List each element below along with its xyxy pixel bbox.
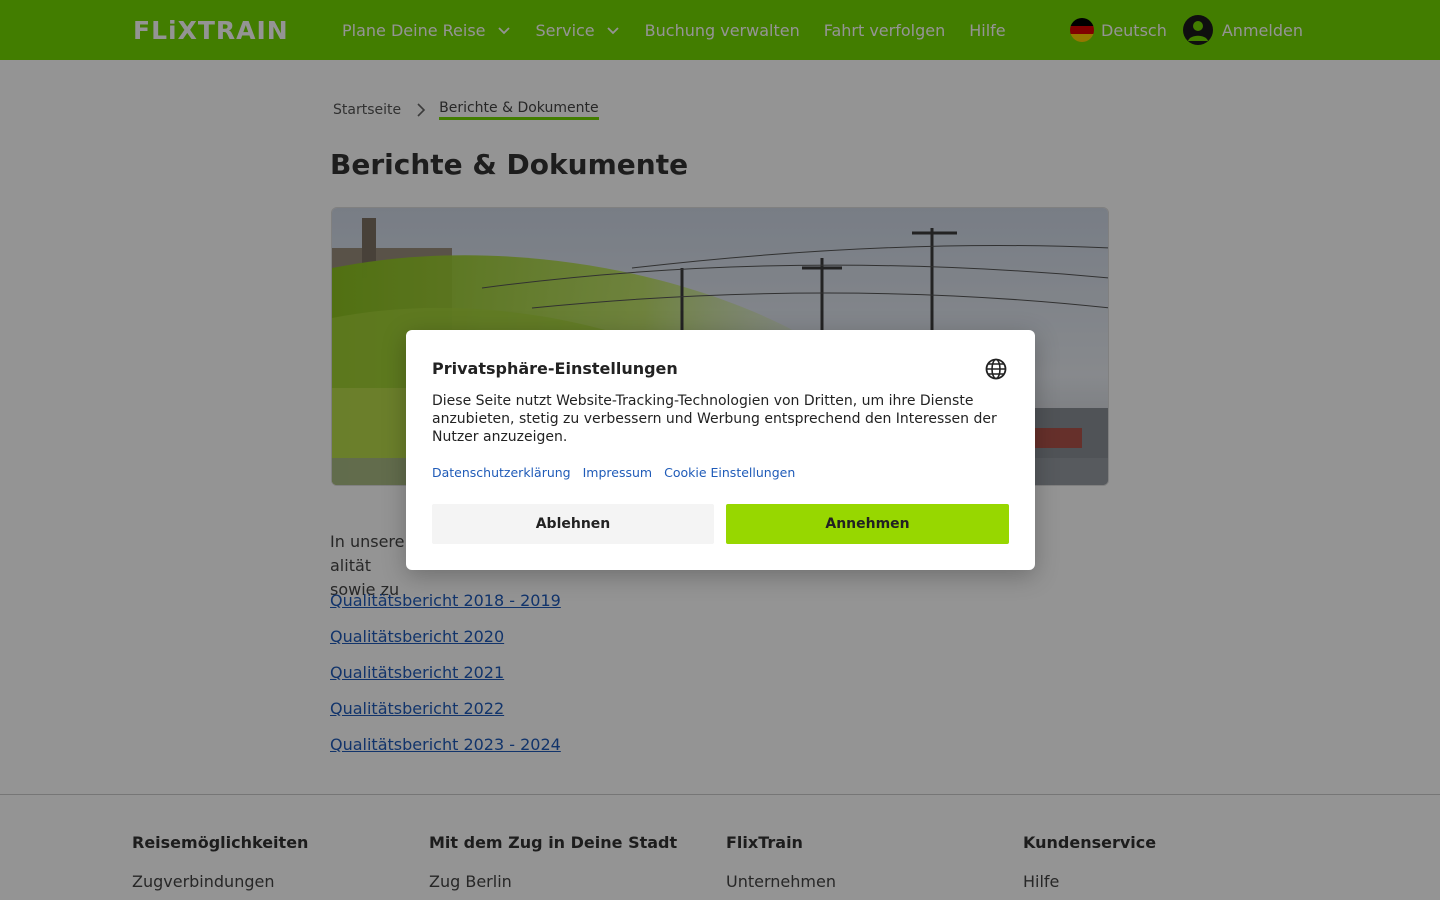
- accept-button[interactable]: Annehmen: [726, 504, 1009, 544]
- privacy-settings-dialog: Privatsphäre-Einstellungen Diese Seite n…: [406, 330, 1035, 570]
- globe-icon[interactable]: [985, 358, 1007, 380]
- privacy-policy-link[interactable]: Datenschutzerklärung: [432, 465, 571, 480]
- dialog-title: Privatsphäre-Einstellungen: [432, 359, 678, 378]
- imprint-link[interactable]: Impressum: [583, 465, 652, 480]
- cookie-settings-link[interactable]: Cookie Einstellungen: [664, 465, 795, 480]
- dialog-links: Datenschutzerklärung Impressum Cookie Ei…: [432, 465, 807, 480]
- decline-button[interactable]: Ablehnen: [432, 504, 714, 544]
- dialog-description: Diese Seite nutzt Website-Tracking-Techn…: [432, 393, 997, 445]
